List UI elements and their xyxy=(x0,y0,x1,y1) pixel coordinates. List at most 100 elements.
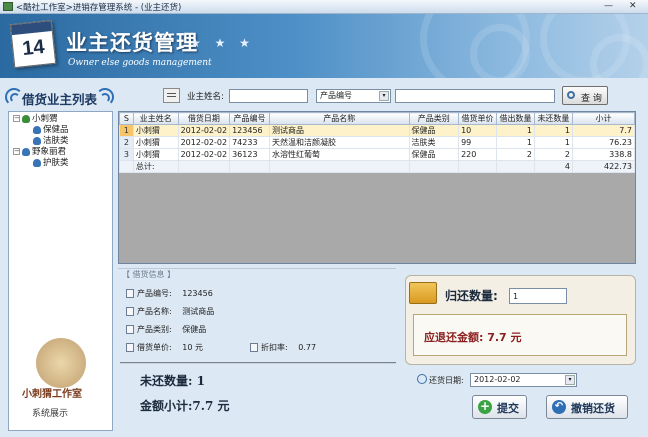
person-icon xyxy=(33,125,41,134)
column-header[interactable]: 产品类别 xyxy=(408,112,460,125)
page-subtitle: Owner else goods management xyxy=(68,58,212,68)
info-discount-row: 折扣率: 0.77 xyxy=(250,342,316,353)
search-field-select[interactable]: 产品编号 ▾ xyxy=(316,89,391,103)
tree-node-label: 保健品 xyxy=(43,125,69,135)
info-code-value: 123456 xyxy=(182,289,213,298)
owner-list-header: 借货业主列表 xyxy=(4,84,116,110)
cell-date: 2012-02-02 xyxy=(177,136,231,149)
loan-grid[interactable]: S 业主姓名 借货日期 产品编号 产品名称 产品类别 借货单价 借出数量 未还数… xyxy=(118,111,636,264)
filter-icon xyxy=(163,88,180,103)
tree-node-owner[interactable]: − 小刺猬 xyxy=(13,114,58,125)
tree-node-category[interactable]: 洁肤类 xyxy=(33,136,69,147)
return-date-label: 还货日期: xyxy=(429,376,464,385)
document-icon xyxy=(126,325,134,334)
cancel-return-button-label: 撤销还货 xyxy=(571,402,615,415)
app-icon xyxy=(3,2,13,11)
search-icon xyxy=(567,91,575,99)
column-header[interactable]: 产品编号 xyxy=(229,112,270,125)
info-price-label: 借货单价: xyxy=(137,343,172,352)
grid-corner: S xyxy=(119,112,134,125)
tree-node-owner[interactable]: − 野象丽君 xyxy=(13,147,66,158)
return-date-value: 2012-02-02 xyxy=(474,375,521,384)
query-button-label: 查 询 xyxy=(581,94,602,104)
cell-unreturned: 1 xyxy=(533,124,573,137)
row-index xyxy=(119,160,134,173)
person-icon xyxy=(22,147,30,156)
total-row: 总计: 4 422.73 xyxy=(119,160,636,173)
folder-icon xyxy=(409,282,437,304)
cell-price: 99 xyxy=(458,136,498,149)
cell-lent: 2 xyxy=(496,148,535,161)
cell-lent: 1 xyxy=(496,124,535,137)
row-index: 3 xyxy=(119,148,134,161)
cell-subtotal: 76.23 xyxy=(571,136,636,149)
window-title-bar: <酷社工作室>进销存管理系统 - (业主还货) — ✕ xyxy=(0,0,648,14)
column-header[interactable]: 借货单价 xyxy=(458,112,498,125)
document-icon xyxy=(250,343,258,352)
cell-name: 测试商品 xyxy=(268,124,410,137)
info-price-value: 10 元 xyxy=(182,343,203,352)
column-header[interactable]: 借出数量 xyxy=(496,112,535,125)
cell-code: 36123 xyxy=(229,148,270,161)
table-row[interactable]: 1 小刺猬 2012-02-02 123456 测试商品 保健品 10 1 1 … xyxy=(119,124,636,137)
cell-owner: 小刺猬 xyxy=(132,136,179,149)
row-index: 2 xyxy=(119,136,134,149)
return-date-picker[interactable]: 2012-02-02 ▾ xyxy=(470,373,577,387)
cell-subtotal: 338.8 xyxy=(571,148,636,161)
cell-unreturned: 1 xyxy=(533,136,573,149)
info-name-label: 产品名称: xyxy=(137,307,172,316)
total-subtotal: 422.73 xyxy=(571,160,636,173)
amount-subtotal: 金额小计:7.7 元 xyxy=(140,399,230,413)
unreturned-quantity: 未还数量: 1 xyxy=(140,374,205,388)
mascot-icon xyxy=(36,338,86,388)
cell-price: 10 xyxy=(458,124,498,137)
cell-category: 保健品 xyxy=(408,148,460,161)
chevron-down-icon: ▾ xyxy=(565,375,575,385)
collapse-icon[interactable]: − xyxy=(13,115,20,122)
loan-info-legend: 【 借货信息 】 xyxy=(122,270,176,279)
search-keyword-input[interactable] xyxy=(395,89,555,103)
tree-node-category[interactable]: 保健品 xyxy=(33,125,69,136)
info-discount-label: 折扣率: xyxy=(261,343,288,352)
column-header[interactable]: 小计 xyxy=(571,112,636,125)
cell-code: 123456 xyxy=(229,124,270,137)
tree-node-label: 护肤类 xyxy=(43,158,69,168)
column-header[interactable]: 业主姓名 xyxy=(132,112,179,125)
divider xyxy=(120,362,396,364)
cell-lent: 1 xyxy=(496,136,535,149)
cell-date: 2012-02-02 xyxy=(177,148,231,161)
info-code-row: 产品编号: 123456 xyxy=(126,288,213,299)
info-name-row: 产品名称: 测试商品 xyxy=(126,306,214,317)
table-row[interactable]: 2 小刺猬 2012-02-02 74233 天然温和洁颜凝胶 洁肤类 99 1… xyxy=(119,136,636,149)
watermark-text: 小刺猬工作室 xyxy=(22,389,82,400)
submit-button[interactable]: + 提交 xyxy=(472,395,527,419)
person-icon xyxy=(33,136,41,145)
close-button[interactable]: ✕ xyxy=(629,1,637,11)
cell-subtotal: 7.7 xyxy=(571,124,636,137)
tree-node-category[interactable]: 护肤类 xyxy=(33,158,69,169)
window-title: <酷社工作室>进销存管理系统 - (业主还货) xyxy=(16,3,182,13)
minimize-button[interactable]: — xyxy=(604,1,613,11)
grid-header-row: S 业主姓名 借货日期 产品编号 产品名称 产品类别 借货单价 借出数量 未还数… xyxy=(119,112,636,125)
column-header[interactable]: 借货日期 xyxy=(177,112,231,125)
document-icon xyxy=(126,343,134,352)
tree-node-label: 洁肤类 xyxy=(43,136,69,146)
column-header[interactable]: 产品名称 xyxy=(268,112,410,125)
column-header[interactable]: 未还数量 xyxy=(533,112,573,125)
collapse-icon[interactable]: − xyxy=(13,148,20,155)
return-qty-input[interactable] xyxy=(509,288,567,304)
calendar-icon: 14 xyxy=(9,19,57,69)
table-row[interactable]: 3 小刺猬 2012-02-02 36123 水溶性红葡萄 保健品 220 2 … xyxy=(119,148,636,161)
document-icon xyxy=(126,307,134,316)
total-unreturned: 4 xyxy=(533,160,573,173)
cell-price: 220 xyxy=(458,148,498,161)
cell-name: 水溶性红葡萄 xyxy=(268,148,410,161)
query-button[interactable]: 查 询 xyxy=(562,86,608,105)
cell-category: 洁肤类 xyxy=(408,136,460,149)
page-title: 业主还货管理 xyxy=(66,31,198,55)
owner-name-input[interactable] xyxy=(229,89,308,103)
submit-button-label: 提交 xyxy=(497,402,519,415)
info-category-row: 产品类别: 保健品 xyxy=(126,324,206,335)
cell-owner: 小刺猬 xyxy=(132,124,179,137)
cancel-return-button[interactable]: ↶ 撤销还货 xyxy=(546,395,628,419)
